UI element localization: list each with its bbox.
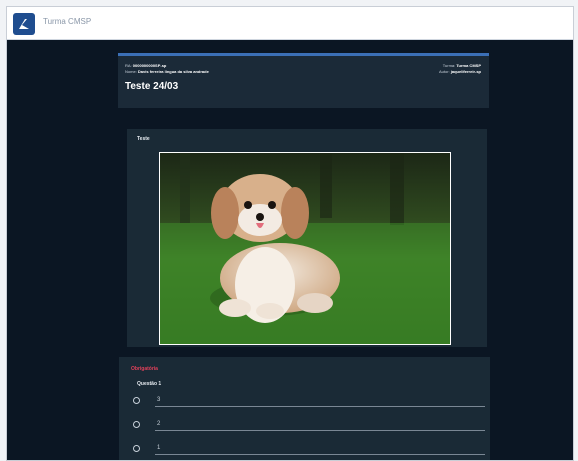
author-name: Autor: jaqueliferreir-sp xyxy=(438,69,481,74)
question-title: Questão 1 xyxy=(137,381,162,387)
answer-divider xyxy=(155,406,485,407)
app-logo-icon[interactable] xyxy=(13,13,35,35)
answer-option[interactable]: 1 xyxy=(133,443,485,455)
app-window: Turma CMSP RA: 0000000000SP-sp Nome: Dav… xyxy=(6,6,574,461)
puppy-photo xyxy=(159,152,451,345)
content-card: Teste xyxy=(127,129,487,347)
app-title: Turma CMSP xyxy=(43,17,92,26)
required-label: Obrigatória xyxy=(131,366,158,372)
radio-button[interactable] xyxy=(133,397,140,404)
question-card: Obrigatória Questão 1 3 2 1 xyxy=(119,357,490,460)
answer-option-label: 3 xyxy=(157,397,161,403)
answer-option[interactable]: 2 xyxy=(133,419,485,431)
student-ra: RA: 0000000000SP-sp xyxy=(125,63,167,68)
answer-option[interactable]: 3 xyxy=(133,395,485,407)
answer-divider xyxy=(155,454,485,455)
student-name: Nome: Davis ferreira lingua da silva and… xyxy=(125,69,209,74)
answer-option-label: 2 xyxy=(157,421,161,427)
top-bar: Turma CMSP xyxy=(7,7,573,40)
page-title: Teste 24/03 xyxy=(125,81,179,92)
answer-option-label: 1 xyxy=(157,445,161,451)
radio-button[interactable] xyxy=(133,445,140,452)
content-label: Teste xyxy=(137,136,150,142)
answer-divider xyxy=(155,430,485,431)
assignment-header: RA: 0000000000SP-sp Nome: Davis ferreira… xyxy=(118,53,489,108)
radio-button[interactable] xyxy=(133,421,140,428)
class-name: Turma: Turma CMSP xyxy=(442,63,481,68)
